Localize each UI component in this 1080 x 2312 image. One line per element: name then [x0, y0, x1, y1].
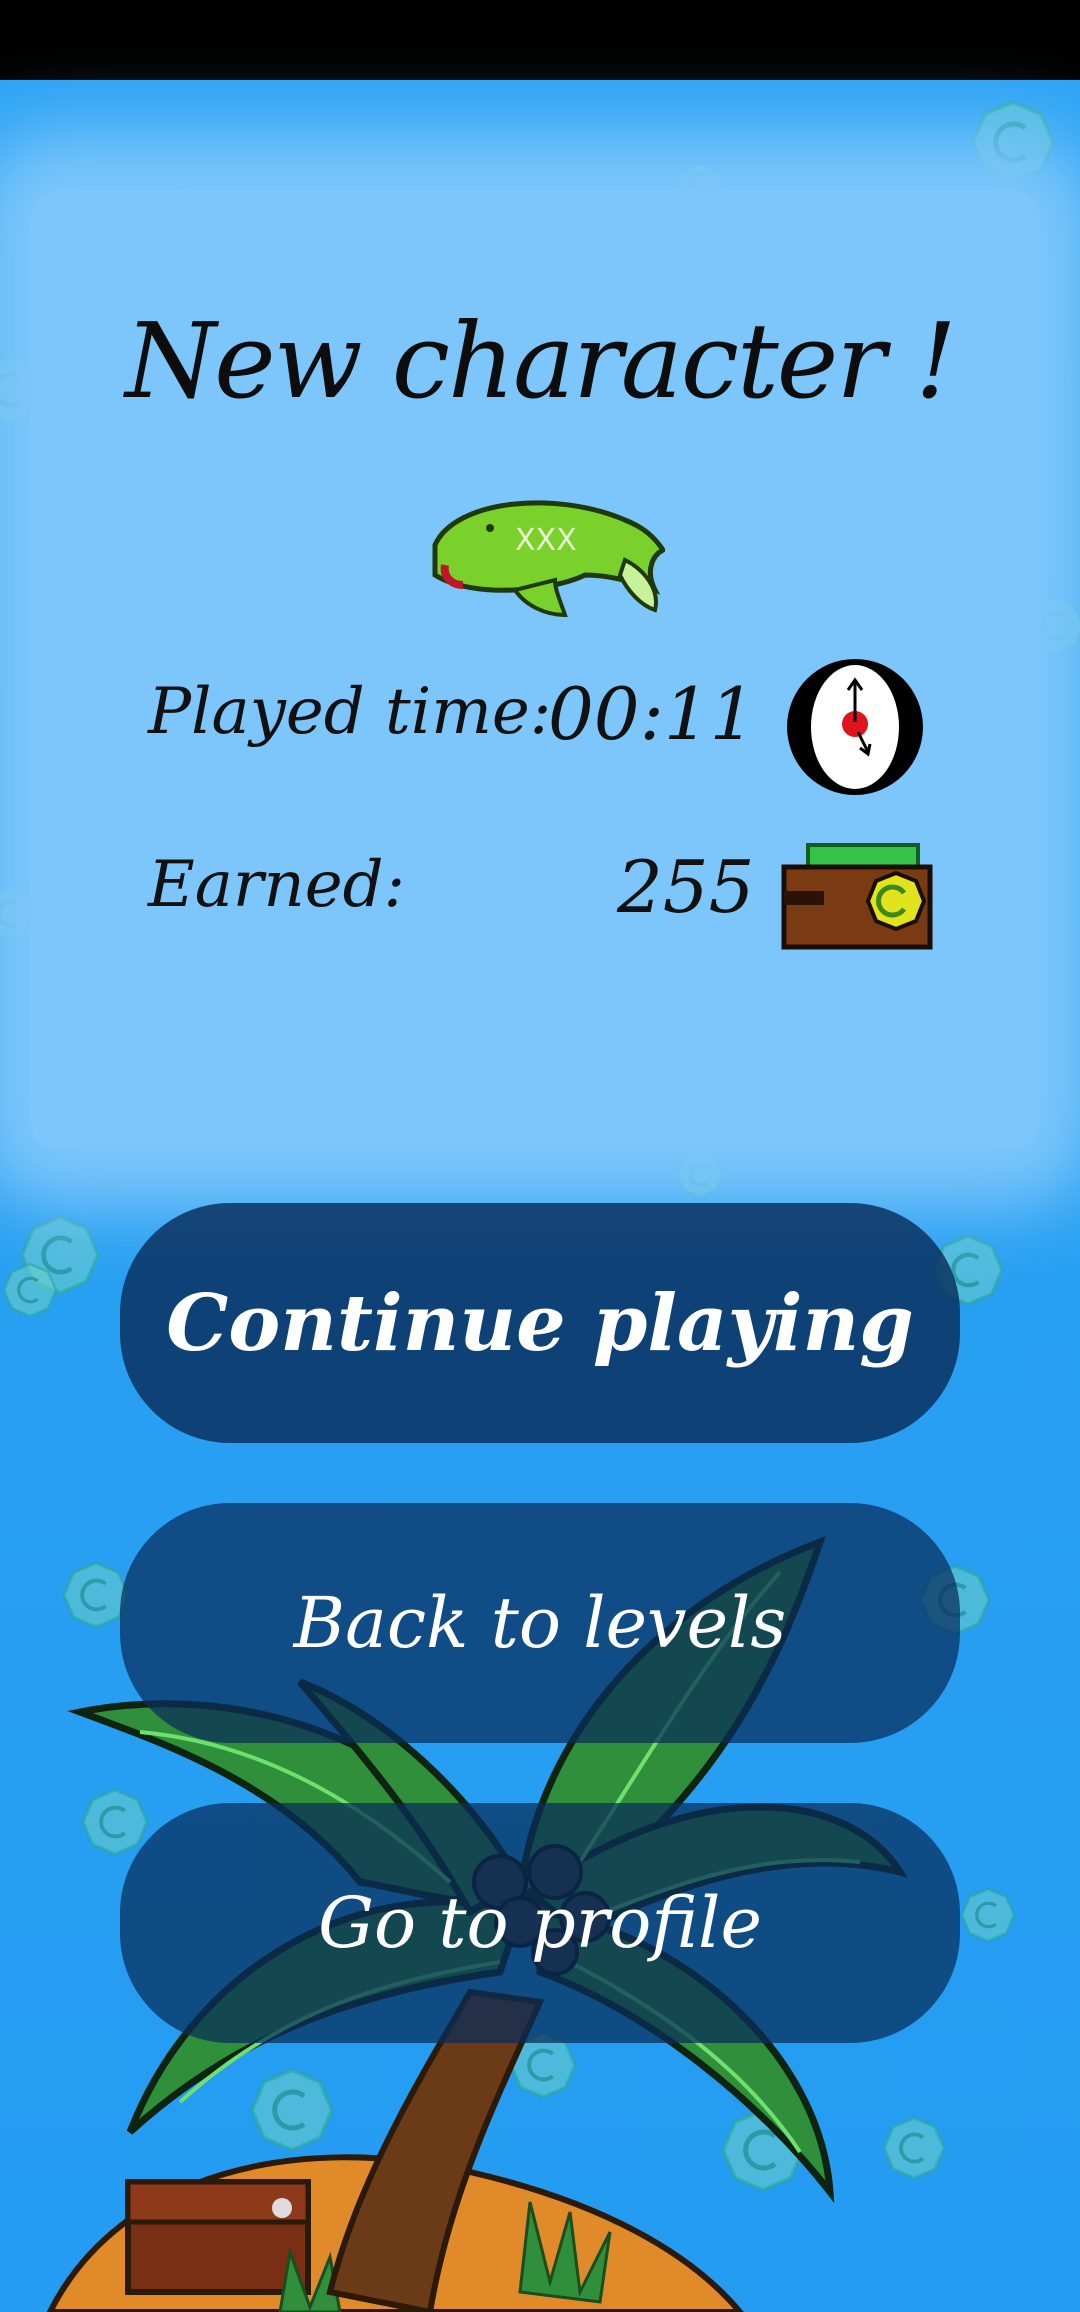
coin-bubble: [2, 1262, 58, 1318]
wallet-icon: [781, 843, 933, 950]
earned-label: Earned:: [148, 848, 406, 922]
clock-icon: [787, 659, 923, 795]
played-time-label: Played time:: [148, 675, 552, 749]
earned-value: 255: [617, 845, 755, 929]
played-time-value: 00:11: [548, 672, 756, 756]
coin-bubble: [676, 1151, 724, 1199]
fish-character-icon: XXX: [432, 500, 665, 618]
back-to-levels-label: Back to levels: [293, 1582, 787, 1664]
go-to-profile-label: Go to profile: [318, 1882, 762, 1964]
coin-bubble: [973, 102, 1053, 182]
go-to-profile-button[interactable]: Go to profile: [120, 1803, 960, 2043]
back-to-levels-button[interactable]: Back to levels: [120, 1503, 960, 1743]
result-title: New character !: [125, 300, 957, 422]
continue-playing-button[interactable]: Continue playing: [120, 1203, 960, 1443]
treasure-chest: [125, 2179, 311, 2295]
svg-text:XXX: XXX: [515, 523, 577, 558]
continue-playing-label: Continue playing: [166, 1277, 914, 1369]
